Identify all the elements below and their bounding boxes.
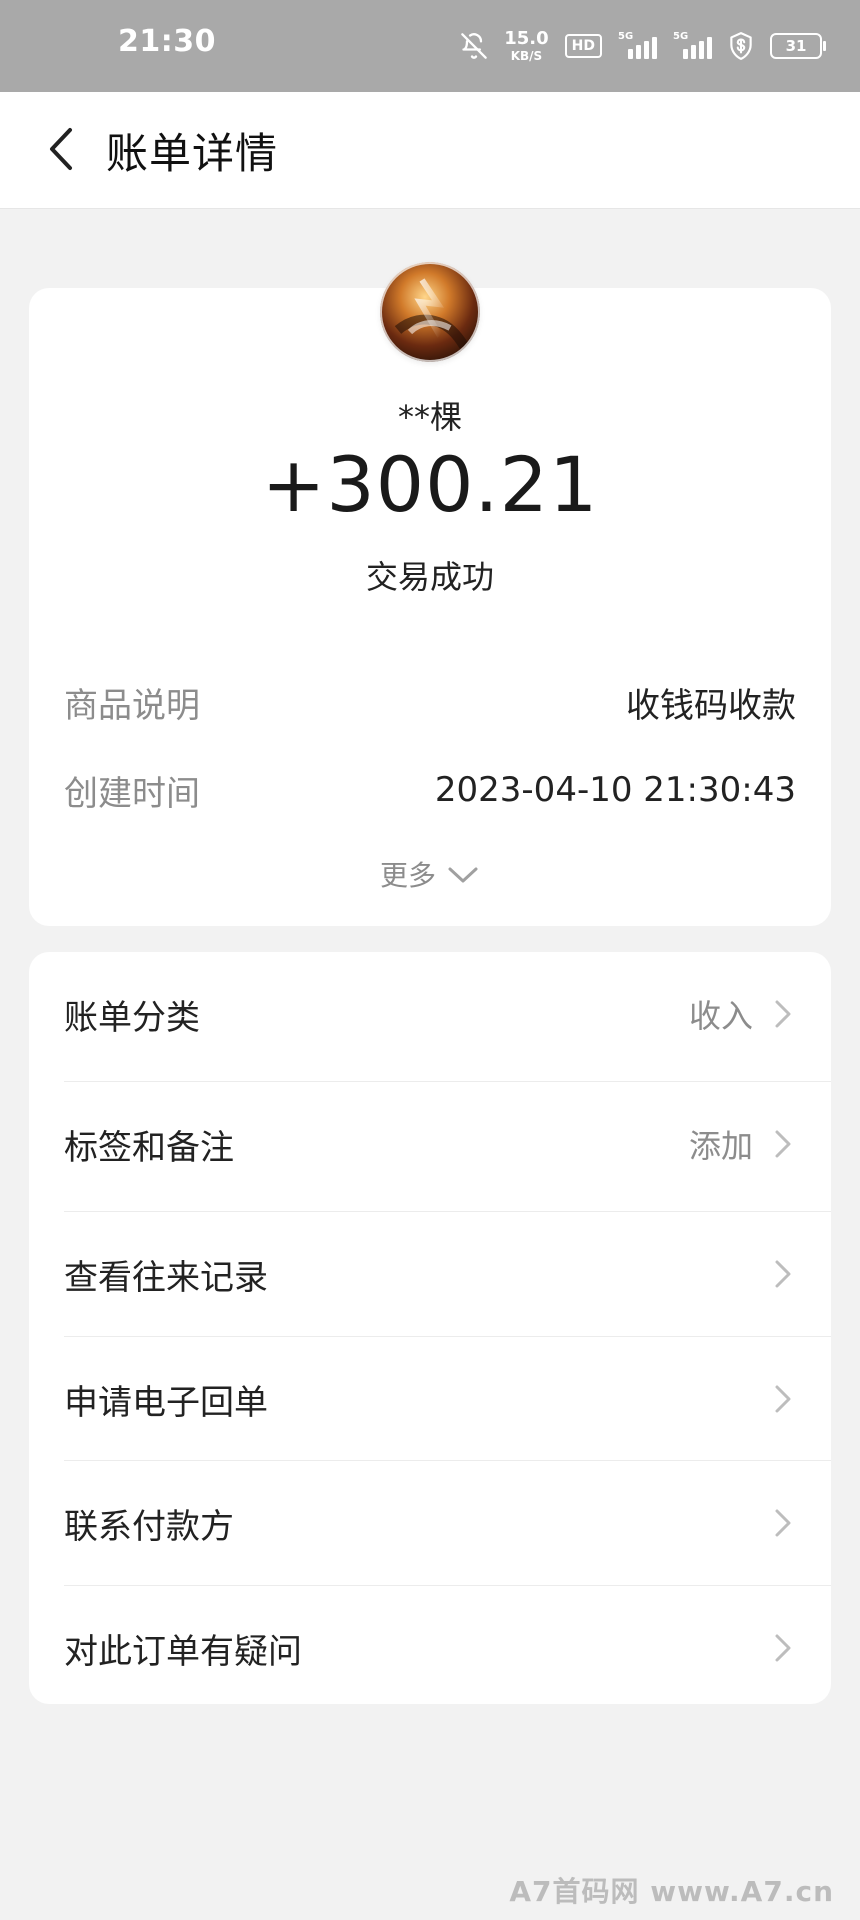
list-item-value: 收入 [688,997,753,1035]
avatar [380,262,480,362]
list-item-right: 添加 [689,1121,795,1167]
chevron-right-icon [771,996,795,1032]
info-value: 收钱码收款 [626,685,796,726]
actions-card: 账单分类 收入 标签和备注 添加 查看往来记录 申请电子回单 联系付款方 对此订… [29,952,831,1704]
app-header: 账单详情 [0,92,860,209]
signal-5g-1-label: 5G [618,31,634,42]
signal-5g-1-icon: 5G [618,31,657,59]
list-item-label: 联系付款方 [64,1506,234,1547]
list-item-right [753,1256,795,1292]
more-button[interactable]: 更多 [0,854,860,894]
status-bar: 21:30 15.0 KB/S HD 5G 5G 31 [0,0,860,92]
mute-bell-icon [460,32,488,60]
list-item-label: 标签和备注 [64,1127,234,1168]
list-item-label: 对此订单有疑问 [64,1631,302,1672]
chevron-right-icon [771,1630,795,1666]
chevron-right-icon [771,1256,795,1292]
network-speed-value: 15.0 [504,28,549,49]
list-item-right: 收入 [689,991,795,1037]
payer-name: **棵 [397,398,462,436]
chevron-left-icon [46,126,76,172]
list-item-right [753,1381,795,1417]
list-item-label: 账单分类 [64,997,200,1038]
list-item-bill-category[interactable]: 账单分类 收入 [29,952,831,1076]
signal-5g-2-icon: 5G [673,31,712,59]
status-icons: 15.0 KB/S HD 5G 5G 31 [460,20,826,72]
list-item-right [753,1505,795,1541]
list-item-contact-payer[interactable]: 联系付款方 [29,1461,831,1585]
list-item-history[interactable]: 查看往来记录 [29,1212,831,1336]
info-label: 创建时间 [64,773,200,814]
info-row-description: 商品说明 收钱码收款 [64,674,796,730]
network-speed-unit: KB/S [510,49,543,63]
list-item-tags-notes[interactable]: 标签和备注 添加 [29,1082,831,1206]
chevron-right-icon [771,1126,795,1162]
back-button[interactable] [36,124,86,174]
list-item-value: 添加 [688,1127,753,1165]
chevron-right-icon [771,1381,795,1417]
summary-card [29,288,831,926]
info-value: 2023-04-10 21:30:43 [434,770,796,810]
network-speed: 15.0 KB/S [504,28,549,63]
list-item-label: 申请电子回单 [64,1382,268,1423]
signal-5g-2-label: 5G [673,31,689,42]
chevron-down-icon [446,863,480,885]
shield-dollar-icon [728,31,754,61]
watermark: A7首码网 www.A7.cn [509,1875,834,1908]
list-item-order-question[interactable]: 对此订单有疑问 [29,1586,831,1704]
hd-badge: HD [564,34,602,58]
transaction-amount: +300.21 [261,440,599,529]
more-label: 更多 [379,859,436,892]
page-title: 账单详情 [106,129,279,178]
chevron-right-icon [771,1505,795,1541]
avatar-image [380,262,480,362]
info-label: 商品说明 [64,685,200,726]
list-item-right [753,1630,795,1666]
battery-icon: 31 [770,33,826,59]
status-time: 21:30 [118,24,216,59]
list-item-e-receipt[interactable]: 申请电子回单 [29,1337,831,1461]
info-row-created-time: 创建时间 2023-04-10 21:30:43 [64,762,796,818]
transaction-status: 交易成功 [365,558,494,596]
list-item-label: 查看往来记录 [64,1257,268,1298]
